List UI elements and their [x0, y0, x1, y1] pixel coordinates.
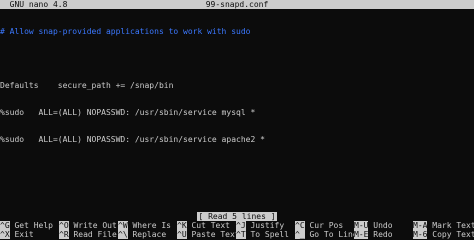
shortcut-label: Write Out — [73, 221, 117, 230]
shortcut-key: ^W — [118, 221, 128, 230]
editor-line[interactable]: Defaults secure_path += /snap/bin — [0, 81, 474, 90]
shortcut-key: ^J — [236, 221, 246, 230]
shortcut-label: Go To Line — [309, 230, 358, 239]
shortcut-label: Redo — [373, 230, 393, 239]
shortcut-redo[interactable]: M-E Redo — [354, 230, 393, 239]
editor-line[interactable]: # Allow snap-provided applications to wo… — [0, 27, 474, 36]
shortcut-label: Replace — [132, 230, 167, 239]
shortcut-label: To Spell — [250, 230, 289, 239]
shortcut-key: ^U — [177, 230, 187, 239]
shortcut-label: Read File — [73, 230, 117, 239]
shortcut-key: M-6 — [413, 230, 428, 239]
shortcut-key: M-U — [354, 221, 369, 230]
editor-line[interactable]: %sudo ALL=(ALL) NOPASSWD: /usr/sbin/serv… — [0, 135, 474, 144]
shortcut-label: Paste Text — [191, 230, 240, 239]
shortcut-paste-text[interactable]: ^U Paste Text — [177, 230, 240, 239]
shortcut-key: ^G — [0, 221, 10, 230]
status-message: [ Read 5 lines ] — [197, 212, 277, 221]
shortcut-key: ^K — [177, 221, 187, 230]
shortcut-key: ^R — [59, 230, 69, 239]
shortcut-label: Cur Pos — [309, 221, 344, 230]
shortcut-label: Justify — [250, 221, 285, 230]
shortcut-mark-text[interactable]: M-A Mark Text — [413, 221, 474, 230]
shortcut-label: Exit — [14, 230, 34, 239]
shortcut-bar: ^G Get Help ^O Write Out ^W Where Is ^K … — [0, 221, 474, 239]
shortcut-key: ^C — [295, 221, 305, 230]
status-bar: [ Read 5 lines ] — [0, 212, 474, 221]
shortcut-go-to-line[interactable]: ^_ Go To Line — [295, 230, 358, 239]
shortcut-label: Undo — [373, 221, 393, 230]
editor-line[interactable] — [0, 54, 474, 63]
shortcut-copy-text[interactable]: M-6 Copy Text — [413, 230, 474, 239]
file-name: 99-snapd.conf — [205, 0, 269, 9]
shortcut-key: ^_ — [295, 230, 305, 239]
shortcut-cur-pos[interactable]: ^C Cur Pos — [295, 221, 343, 230]
editor-buffer[interactable]: # Allow snap-provided applications to wo… — [0, 9, 474, 153]
shortcut-key: ^X — [0, 230, 10, 239]
shortcut-label: Get Help — [14, 221, 53, 230]
shortcut-label: Where Is — [132, 221, 171, 230]
shortcut-justify[interactable]: ^J Justify — [236, 221, 284, 230]
title-bar: GNU nano 4.8 99-snapd.conf — [0, 0, 474, 9]
shortcut-write-out[interactable]: ^O Write Out — [59, 221, 117, 230]
shortcut-replace[interactable]: ^\ Replace — [118, 230, 166, 239]
shortcut-where-is[interactable]: ^W Where Is — [118, 221, 171, 230]
shortcut-label: Copy Text — [432, 230, 474, 239]
shortcut-key: M-A — [413, 221, 428, 230]
shortcut-exit[interactable]: ^X Exit — [0, 230, 34, 239]
shortcut-label: Cut Text — [191, 221, 230, 230]
editor-line[interactable]: %sudo ALL=(ALL) NOPASSWD: /usr/sbin/serv… — [0, 108, 474, 117]
shortcut-read-file[interactable]: ^R Read File — [59, 230, 117, 239]
shortcut-key: ^\ — [118, 230, 128, 239]
shortcut-undo[interactable]: M-U Undo — [354, 221, 393, 230]
shortcut-to-spell[interactable]: ^T To Spell — [236, 230, 289, 239]
shortcut-key: M-E — [354, 230, 369, 239]
shortcut-key: ^T — [236, 230, 246, 239]
shortcut-get-help[interactable]: ^G Get Help — [0, 221, 53, 230]
shortcut-cut-text[interactable]: ^K Cut Text — [177, 221, 230, 230]
shortcut-label: Mark Text — [432, 221, 474, 230]
shortcut-key: ^O — [59, 221, 69, 230]
